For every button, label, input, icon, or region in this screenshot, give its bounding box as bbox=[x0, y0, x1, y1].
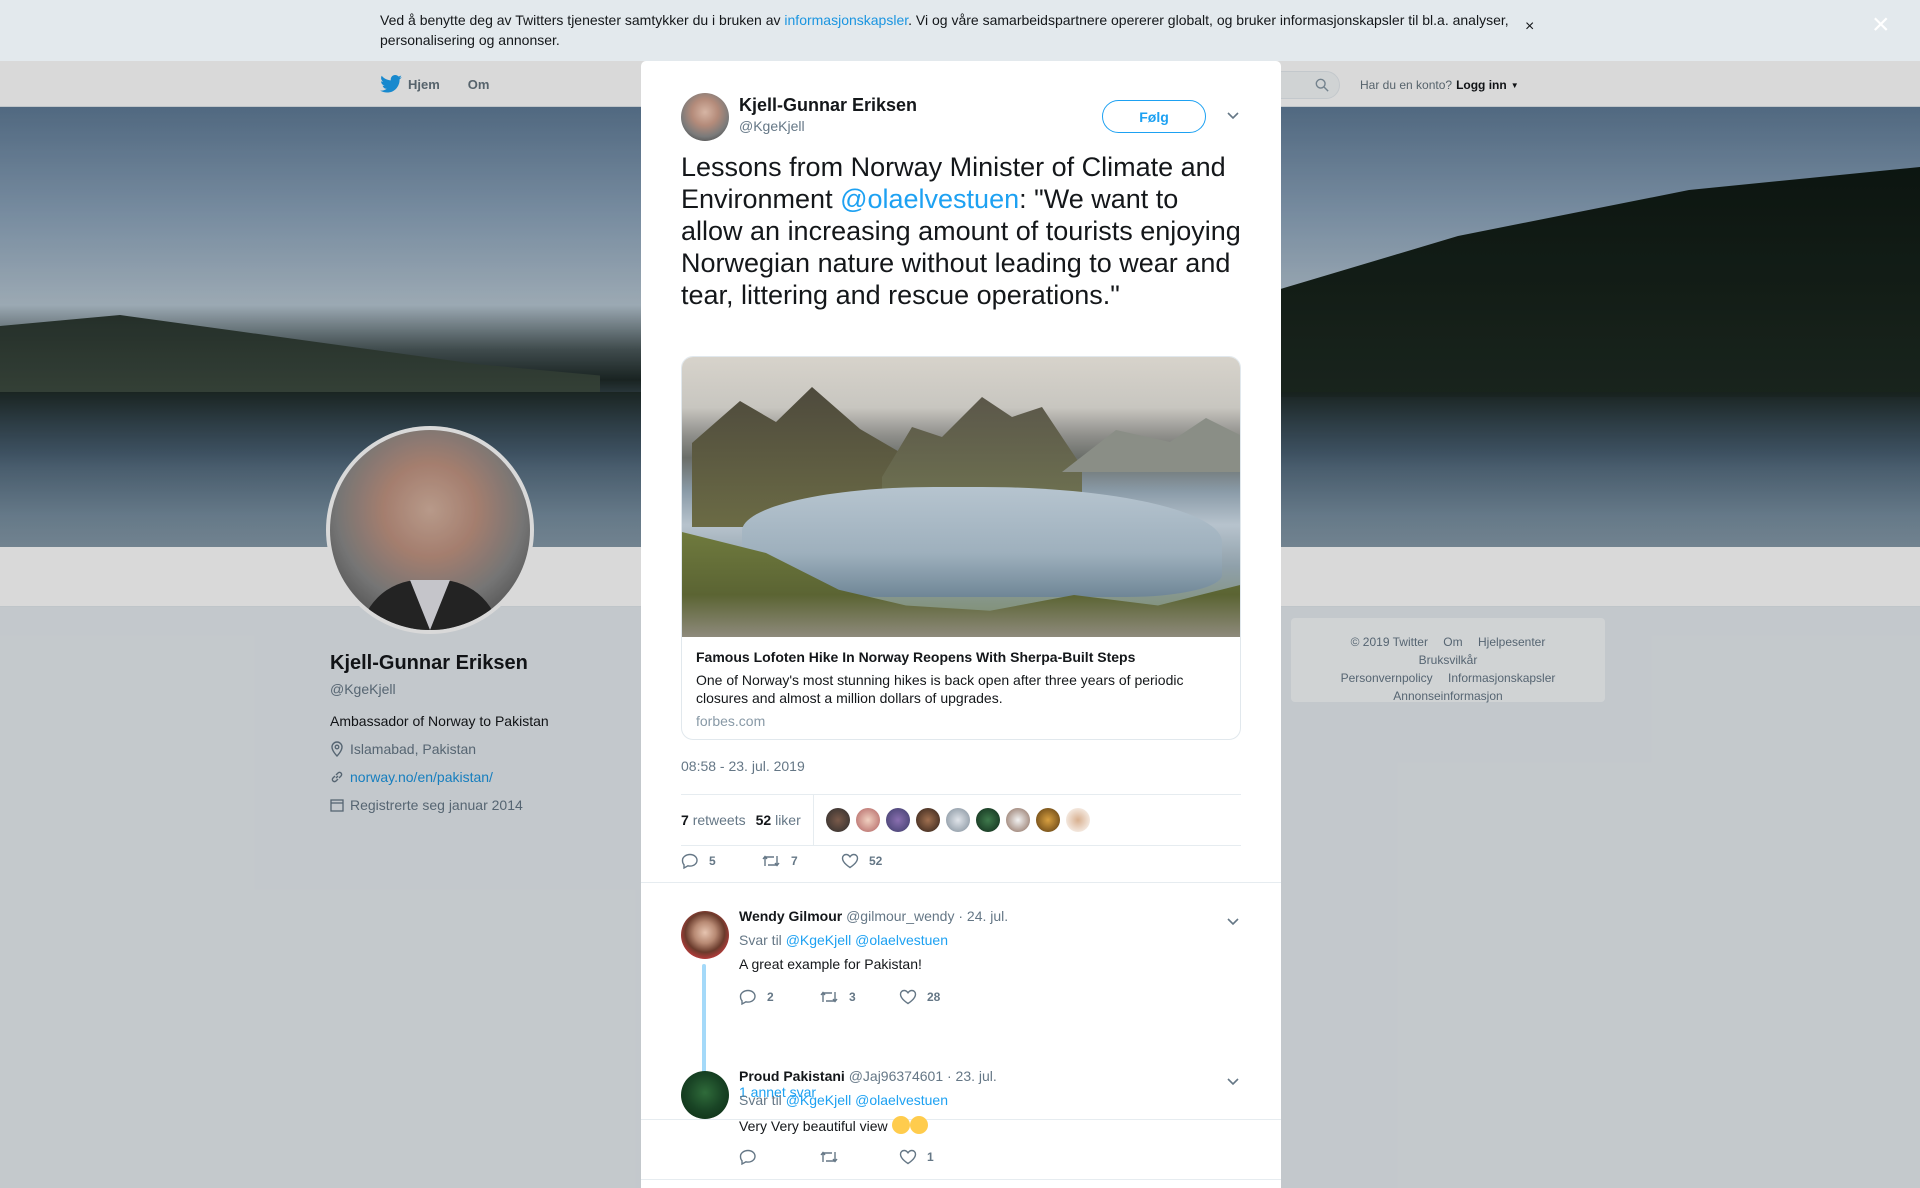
reply-to-mention[interactable]: @KgeKjell bbox=[786, 932, 852, 948]
tweet-timestamp[interactable]: 08:58 - 23. jul. 2019 bbox=[681, 758, 805, 774]
reply-actions: 1 bbox=[739, 1149, 979, 1165]
reply-icon bbox=[739, 989, 756, 1005]
retweet-count: 7 bbox=[791, 854, 798, 868]
likes-stat[interactable]: 52 liker bbox=[756, 812, 801, 828]
retweet-icon bbox=[820, 991, 838, 1003]
cookie-banner: Ved å benytte deg av Twitters tjenester … bbox=[0, 0, 1920, 61]
reply-icon bbox=[739, 1149, 756, 1165]
likes-label: liker bbox=[775, 812, 801, 828]
likes-count: 52 bbox=[755, 812, 772, 828]
like-count: 28 bbox=[927, 990, 941, 1004]
like-button[interactable]: 28 bbox=[899, 989, 979, 1005]
reply-author-name[interactable]: Wendy Gilmour bbox=[739, 908, 842, 924]
reply-to-line: Svar til @KgeKjell @olaelvestuen bbox=[739, 932, 948, 948]
tweet-author-handle[interactable]: @KgeKjell bbox=[739, 118, 805, 134]
reply-text: A great example for Pakistan! bbox=[739, 956, 922, 972]
reply-author-avatar[interactable] bbox=[681, 1071, 729, 1119]
like-count: 52 bbox=[869, 854, 883, 868]
card-image bbox=[682, 357, 1240, 637]
tweet-actions: 5 7 52 bbox=[681, 853, 921, 869]
reply-button[interactable]: 2 bbox=[739, 989, 819, 1005]
retweet-count: 3 bbox=[849, 990, 856, 1004]
star-struck-emoji-icon bbox=[909, 1116, 928, 1134]
liker-avatar[interactable] bbox=[915, 808, 940, 832]
cookie-policy-link[interactable]: informasjonskapsler bbox=[784, 12, 908, 28]
tweet-modal: Kjell-Gunnar Eriksen @KgeKjell Følg Less… bbox=[641, 61, 1281, 1188]
follow-button[interactable]: Følg bbox=[1102, 100, 1206, 133]
tweet-author-name[interactable]: Kjell-Gunnar Eriksen bbox=[739, 95, 917, 116]
reply-author-handle[interactable]: @gilmour_wendy bbox=[846, 908, 954, 924]
reply-to-label: Svar til bbox=[739, 932, 782, 948]
liker-avatar[interactable] bbox=[1035, 808, 1060, 832]
retweet-button[interactable]: 7 bbox=[761, 853, 841, 869]
card-description: One of Norway's most stunning hikes is b… bbox=[696, 672, 1184, 706]
reply-to-mention[interactable]: @olaelvestuen bbox=[855, 932, 948, 948]
reply-date[interactable]: · 24. jul. bbox=[958, 908, 1008, 924]
reply-button[interactable]: 5 bbox=[681, 853, 761, 869]
liker-avatar[interactable] bbox=[975, 808, 1000, 832]
reply-date[interactable]: · 23. jul. bbox=[947, 1068, 997, 1084]
liker-avatar[interactable] bbox=[1065, 808, 1090, 832]
reply-text: Very Very beautiful view bbox=[739, 1116, 928, 1134]
like-button[interactable]: 1 bbox=[899, 1149, 979, 1165]
heart-icon bbox=[841, 853, 859, 869]
reply-author-handle[interactable]: @Jaj96374601 bbox=[849, 1068, 943, 1084]
retweet-button[interactable] bbox=[819, 1149, 899, 1165]
like-count: 1 bbox=[927, 1150, 934, 1164]
liker-avatar[interactable] bbox=[885, 808, 910, 832]
heart-eyes-emoji-icon bbox=[891, 1116, 910, 1134]
heart-icon bbox=[899, 989, 917, 1005]
retweets-count: 7 bbox=[681, 812, 689, 828]
reply-to-line: Svar til @KgeKjell @olaelvestuen bbox=[739, 1092, 948, 1108]
liker-avatar[interactable] bbox=[825, 808, 850, 832]
heart-icon bbox=[899, 1149, 917, 1165]
tweet-stats: 7 retweets 52 liker bbox=[681, 794, 1241, 846]
tweet-author-avatar[interactable] bbox=[681, 93, 729, 141]
liker-avatar[interactable] bbox=[945, 808, 970, 832]
modal-close-icon[interactable]: × bbox=[1872, 10, 1890, 40]
link-preview-card[interactable]: Famous Lofoten Hike In Norway Reopens Wi… bbox=[681, 356, 1241, 740]
cookie-text-before: Ved å benytte deg av Twitters tjenester … bbox=[380, 12, 785, 28]
tweet-header: Kjell-Gunnar Eriksen @KgeKjell Følg bbox=[681, 93, 1241, 143]
retweets-stat[interactable]: 7 retweets bbox=[681, 812, 746, 828]
reply-icon bbox=[681, 853, 698, 869]
retweets-label: retweets bbox=[692, 812, 746, 828]
reply-button[interactable] bbox=[739, 1149, 819, 1165]
reply-count: 2 bbox=[767, 990, 774, 1004]
reply-author-avatar[interactable] bbox=[681, 911, 729, 959]
retweet-icon bbox=[762, 855, 780, 867]
reply-author-name[interactable]: Proud Pakistani bbox=[739, 1068, 845, 1084]
retweet-button[interactable]: 3 bbox=[819, 989, 899, 1005]
retweet-icon bbox=[820, 1151, 838, 1163]
tweet-mention-link[interactable]: @olaelvestuen bbox=[840, 184, 1019, 214]
reply-count: 5 bbox=[709, 854, 716, 868]
reply-to-mention[interactable]: @KgeKjell bbox=[786, 1092, 852, 1108]
cookie-close-icon[interactable]: × bbox=[1525, 18, 1534, 36]
reply-actions: 2 3 28 bbox=[739, 989, 979, 1005]
cookie-banner-text: Ved å benytte deg av Twitters tjenester … bbox=[380, 10, 1520, 50]
tweet-menu-chevron-icon[interactable] bbox=[1226, 107, 1240, 125]
like-button[interactable]: 52 bbox=[841, 853, 921, 869]
card-title: Famous Lofoten Hike In Norway Reopens Wi… bbox=[696, 649, 1136, 665]
likers-avatars bbox=[825, 808, 1090, 832]
card-domain: forbes.com bbox=[696, 713, 766, 729]
reply-text-content: Very Very beautiful view bbox=[739, 1118, 888, 1134]
reply-to-mention[interactable]: @olaelvestuen bbox=[855, 1092, 948, 1108]
reply-header: Wendy Gilmour @gilmour_wendy · 24. jul. bbox=[739, 908, 1008, 924]
reply-to-label: Svar til bbox=[739, 1092, 782, 1108]
reply-menu-chevron-icon[interactable] bbox=[1226, 913, 1240, 931]
reply-header: Proud Pakistani @Jaj96374601 · 23. jul. bbox=[739, 1068, 997, 1084]
tweet-text: Lessons from Norway Minister of Climate … bbox=[681, 151, 1246, 311]
liker-avatar[interactable] bbox=[855, 808, 880, 832]
liker-avatar[interactable] bbox=[1005, 808, 1030, 832]
reply-menu-chevron-icon[interactable] bbox=[1226, 1073, 1240, 1091]
